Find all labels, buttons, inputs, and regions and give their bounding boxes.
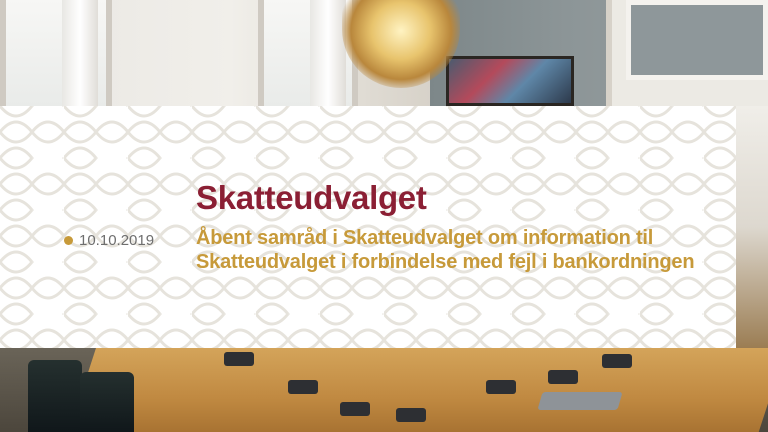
curtain-center [310, 0, 346, 106]
keyboard [537, 392, 623, 410]
painting [446, 56, 574, 106]
committee-title: Skatteudvalget [196, 179, 427, 216]
microphone-unit [340, 402, 370, 416]
microphone-unit [486, 380, 516, 394]
microphone-unit [602, 354, 632, 368]
video-frame: Skatteudvalget 10.10.2019 Åbent samråd i… [0, 0, 768, 432]
chair [80, 372, 134, 432]
microphone-unit [288, 380, 318, 394]
chair [28, 360, 82, 432]
room-background-right [736, 106, 768, 348]
microphone-unit [396, 408, 426, 422]
microphone-unit [548, 370, 578, 384]
caption-content: Skatteudvalget 10.10.2019 Åbent samråd i… [0, 106, 736, 348]
meeting-description: Åbent samråd i Skatteudvalget om informa… [196, 227, 695, 273]
meeting-date: 10.10.2019 [79, 232, 155, 249]
microphone-unit [224, 352, 254, 366]
bullet-dot-icon [64, 236, 73, 245]
curtain-left [62, 0, 98, 106]
wall-frame-right [606, 0, 768, 106]
caption-card: Skatteudvalget 10.10.2019 Åbent samråd i… [0, 106, 736, 348]
meeting-date-row: 10.10.2019 [64, 232, 154, 249]
wall-frame-inner [626, 0, 768, 80]
